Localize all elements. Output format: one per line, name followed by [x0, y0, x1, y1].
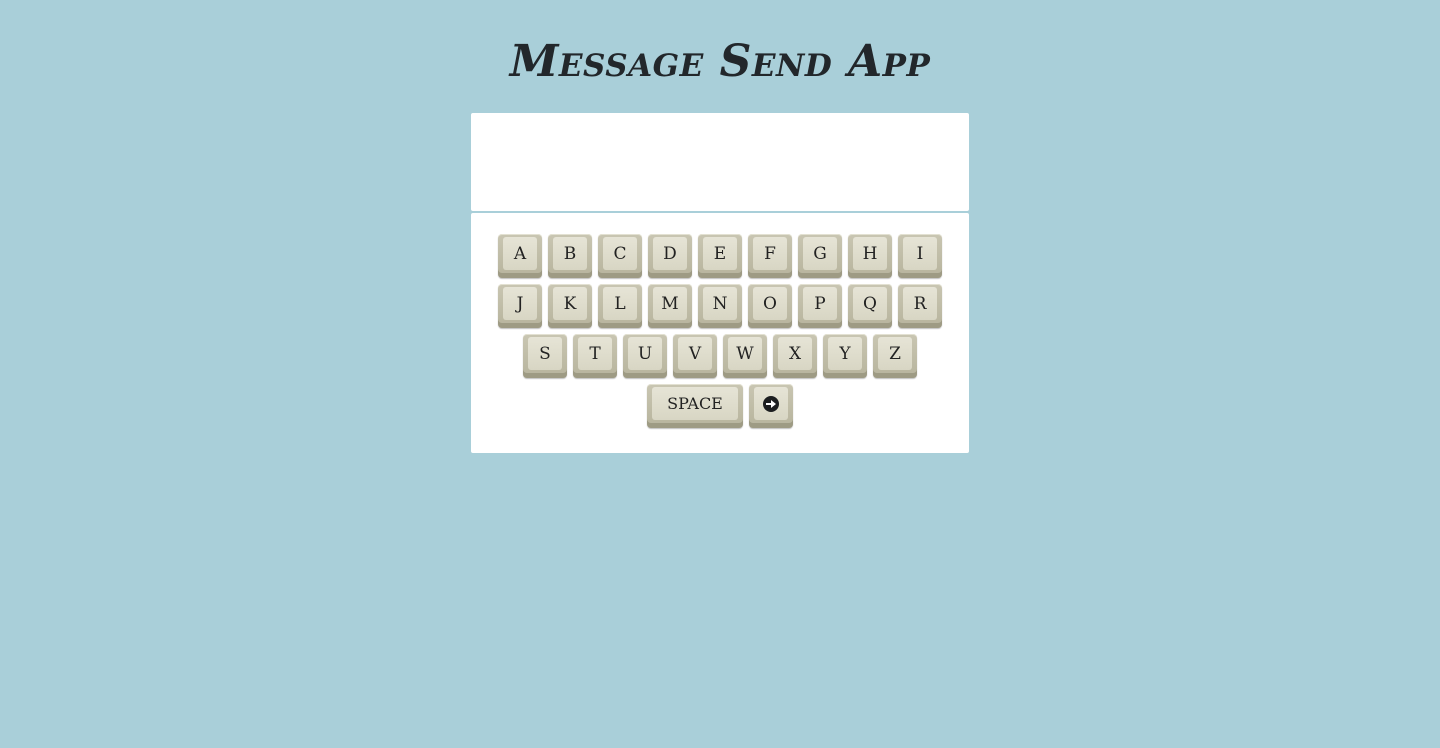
key-label: G	[803, 237, 837, 270]
key-o[interactable]: O	[748, 284, 792, 328]
key-label: Z	[878, 337, 912, 370]
key-label: J	[503, 287, 537, 320]
key-i[interactable]: I	[898, 234, 942, 278]
key-label: W	[728, 337, 762, 370]
key-label: C	[603, 237, 637, 270]
send-button[interactable]	[749, 384, 793, 428]
key-q[interactable]: Q	[848, 284, 892, 328]
key-label: M	[653, 287, 687, 320]
key-u[interactable]: U	[623, 334, 667, 378]
key-label: H	[853, 237, 887, 270]
key-label: S	[528, 337, 562, 370]
key-r[interactable]: R	[898, 284, 942, 328]
key-label: R	[903, 287, 937, 320]
key-label: B	[553, 237, 587, 270]
key-label: F	[753, 237, 787, 270]
key-z[interactable]: Z	[873, 334, 917, 378]
key-label: I	[903, 237, 937, 270]
keyboard: A B C D E F G H I J K L M N O P Q R S T …	[471, 213, 969, 453]
key-label: T	[578, 337, 612, 370]
space-key-label: SPACE	[652, 387, 738, 420]
arrow-circle-right-icon	[763, 395, 779, 412]
key-row-4: SPACE	[471, 384, 969, 428]
key-label: E	[703, 237, 737, 270]
key-label: A	[503, 237, 537, 270]
send-button-face	[754, 387, 788, 420]
key-t[interactable]: T	[573, 334, 617, 378]
key-label: V	[678, 337, 712, 370]
key-label: L	[603, 287, 637, 320]
key-w[interactable]: W	[723, 334, 767, 378]
key-f[interactable]: F	[748, 234, 792, 278]
key-x[interactable]: X	[773, 334, 817, 378]
space-key[interactable]: SPACE	[647, 384, 743, 428]
key-p[interactable]: P	[798, 284, 842, 328]
key-a[interactable]: A	[498, 234, 542, 278]
key-label: N	[703, 287, 737, 320]
key-v[interactable]: V	[673, 334, 717, 378]
key-h[interactable]: H	[848, 234, 892, 278]
message-display	[471, 113, 969, 211]
key-m[interactable]: M	[648, 284, 692, 328]
key-c[interactable]: C	[598, 234, 642, 278]
key-label: K	[553, 287, 587, 320]
key-label: O	[753, 287, 787, 320]
key-label: D	[653, 237, 687, 270]
key-g[interactable]: G	[798, 234, 842, 278]
key-j[interactable]: J	[498, 284, 542, 328]
key-row-2: J K L M N O P Q R	[471, 284, 969, 328]
key-row-3: S T U V W X Y Z	[471, 334, 969, 378]
key-s[interactable]: S	[523, 334, 567, 378]
key-y[interactable]: Y	[823, 334, 867, 378]
key-label: Y	[828, 337, 862, 370]
key-l[interactable]: L	[598, 284, 642, 328]
key-n[interactable]: N	[698, 284, 742, 328]
key-label: Q	[853, 287, 887, 320]
key-e[interactable]: E	[698, 234, 742, 278]
key-row-1: A B C D E F G H I	[471, 234, 969, 278]
page-title: Message Send App	[509, 36, 931, 87]
key-label: U	[628, 337, 662, 370]
key-label: P	[803, 287, 837, 320]
key-b[interactable]: B	[548, 234, 592, 278]
key-label: X	[778, 337, 812, 370]
key-d[interactable]: D	[648, 234, 692, 278]
key-k[interactable]: K	[548, 284, 592, 328]
